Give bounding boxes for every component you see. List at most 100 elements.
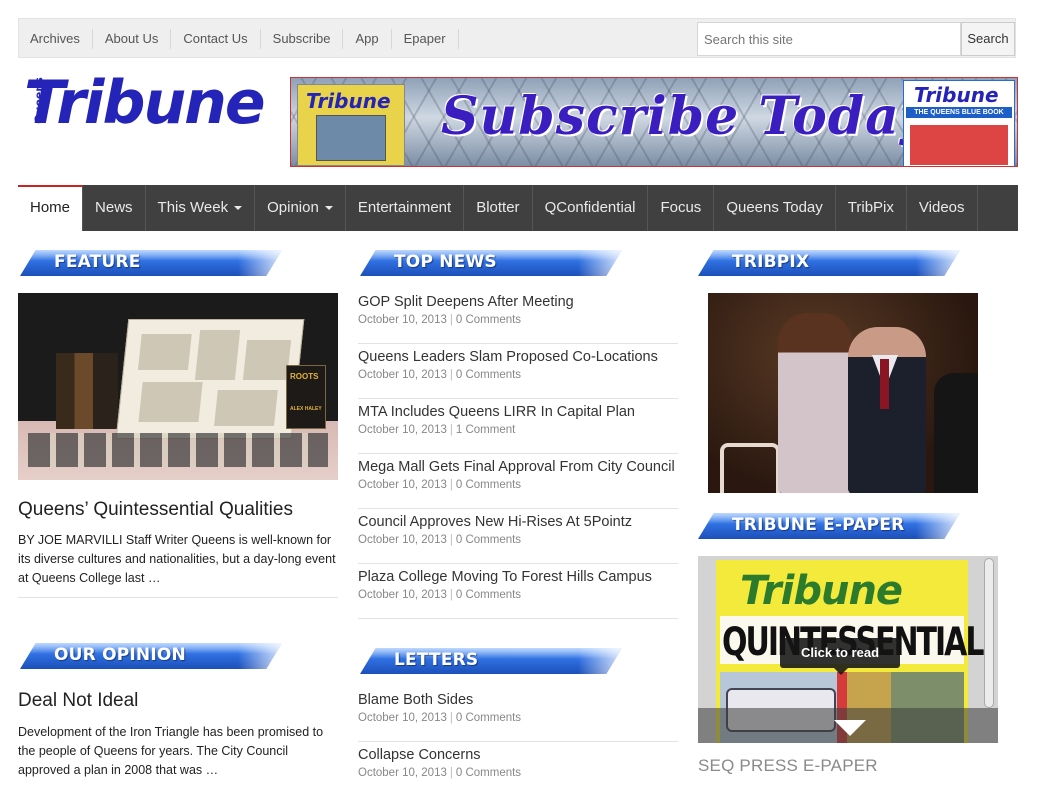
- letter-comments-link[interactable]: 0 Comments: [456, 767, 521, 779]
- news-date: October 10, 2013: [358, 424, 447, 436]
- news-comments-link[interactable]: 1 Comment: [456, 424, 515, 436]
- news-comments-link[interactable]: 0 Comments: [456, 369, 521, 381]
- nav-this-week[interactable]: This Week: [146, 185, 256, 231]
- clipping: [194, 330, 241, 380]
- meta-separator: |: [449, 479, 453, 491]
- site-logo[interactable]: Queens Tribune: [18, 68, 270, 144]
- news-item: Mega Mall Gets Final Approval From City …: [358, 454, 678, 509]
- clipping: [138, 382, 203, 422]
- person-man: [848, 327, 926, 493]
- section-heading-top-news: TOP NEWS: [360, 250, 622, 276]
- nav-this-week-label: This Week: [157, 199, 229, 216]
- meta-separator: |: [449, 589, 453, 601]
- section-heading-tribpix: TRIBPIX: [698, 250, 960, 276]
- nav-opinion-label: Opinion: [267, 199, 319, 216]
- news-headline-link[interactable]: Plaza College Moving To Forest Hills Cam…: [358, 567, 678, 587]
- letter-date: October 10, 2013: [358, 712, 447, 724]
- main-nav: Home News This Week Opinion Entertainmen…: [18, 185, 1018, 231]
- news-comments-link[interactable]: 0 Comments: [456, 589, 521, 601]
- search-button[interactable]: Search: [961, 22, 1015, 56]
- opinion-excerpt: Development of the Iron Triangle has bee…: [18, 725, 324, 777]
- news-date: October 10, 2013: [358, 589, 447, 601]
- topnav-app-link[interactable]: App: [343, 29, 392, 49]
- letter-headline-link[interactable]: Blame Both Sides: [358, 690, 678, 710]
- nav-queens-today[interactable]: Queens Today: [714, 185, 836, 231]
- news-headline-link[interactable]: Council Approves New Hi-Rises At 5Pointz: [358, 512, 678, 532]
- letter-date: October 10, 2013: [358, 767, 447, 779]
- news-headline-link[interactable]: MTA Includes Queens LIRR In Capital Plan: [358, 402, 678, 422]
- epaper-scrollbar[interactable]: [984, 558, 994, 708]
- roots-book: ROOTS ALEX HALEY: [286, 365, 326, 429]
- news-headline-link[interactable]: GOP Split Deepens After Meeting: [358, 292, 678, 312]
- news-item: Queens Leaders Slam Proposed Co-Location…: [358, 344, 678, 399]
- roots-book-title: ROOTS: [290, 372, 319, 381]
- banner-magazine-left: Tribune: [297, 84, 405, 166]
- banner-magazine-left-title: Tribune: [306, 89, 391, 113]
- photo-row: [28, 433, 328, 467]
- news-date: October 10, 2013: [358, 534, 447, 546]
- banner-magazine-right-title: Tribune: [914, 83, 999, 107]
- seq-epaper-heading[interactable]: SEQ PRESS E-PAPER: [698, 756, 878, 776]
- letters-list: Blame Both Sides October 10, 2013 | 0 Comm…: [358, 687, 678, 788]
- search-input[interactable]: [697, 22, 961, 56]
- topnav-subscribe-link[interactable]: Subscribe: [261, 29, 344, 49]
- epaper-widget[interactable]: Tribune QUINTESSENTIAL! Click to read: [698, 556, 998, 743]
- section-heading-our-opinion: OUR OPINION: [20, 643, 282, 669]
- nav-home[interactable]: Home: [18, 185, 84, 231]
- news-headline-link[interactable]: Queens Leaders Slam Proposed Co-Location…: [358, 347, 678, 367]
- section-heading-letters: LETTERS: [360, 648, 622, 674]
- meta-separator: |: [449, 369, 453, 381]
- news-date: October 10, 2013: [358, 314, 447, 326]
- subscribe-banner-ad[interactable]: Tribune Subscribe Today Tribune THE QUEE…: [290, 77, 1018, 167]
- feature-headline[interactable]: Queens’ Quintessential Qualities: [18, 499, 293, 521]
- banner-headline: Subscribe Today: [441, 86, 932, 147]
- topnav-about-link[interactable]: About Us: [93, 29, 172, 49]
- chevron-down-icon: [324, 206, 333, 211]
- meta-separator: |: [449, 534, 453, 546]
- section-heading-text: LETTERS: [394, 650, 479, 670]
- top-nav: Archives About Us Contact Us Subscribe A…: [19, 19, 459, 59]
- logo-main-text: Tribune: [24, 68, 266, 138]
- nav-news[interactable]: News: [83, 185, 146, 231]
- banner-magazine-right-image: [910, 125, 1008, 165]
- person-woman: [778, 313, 852, 493]
- news-item: Council Approves New Hi-Rises At 5Pointz…: [358, 509, 678, 564]
- feature-image[interactable]: ROOTS ALEX HALEY: [18, 293, 338, 480]
- nav-entertainment[interactable]: Entertainment: [346, 185, 465, 231]
- letter-meta: October 10, 2013 | 0 Comments: [358, 765, 678, 781]
- nav-opinion[interactable]: Opinion: [255, 185, 346, 231]
- nav-qconfidential[interactable]: QConfidential: [533, 185, 649, 231]
- news-comments-link[interactable]: 0 Comments: [456, 479, 521, 491]
- nav-videos[interactable]: Videos: [907, 185, 978, 231]
- topnav-archives-link[interactable]: Archives: [19, 29, 93, 49]
- topnav-epaper-link[interactable]: Epaper: [392, 29, 459, 49]
- news-comments-link[interactable]: 0 Comments: [456, 314, 521, 326]
- meta-separator: |: [449, 314, 453, 326]
- click-to-read-button[interactable]: Click to read: [780, 638, 900, 675]
- top-news-list: GOP Split Deepens After Meeting October …: [358, 289, 678, 619]
- news-headline-link[interactable]: Mega Mall Gets Final Approval From City …: [358, 457, 678, 477]
- tribpix-photo[interactable]: [708, 293, 978, 493]
- topnav-contact-link[interactable]: Contact Us: [171, 29, 261, 49]
- epaper-cover-logo: Tribune: [740, 568, 903, 614]
- news-comments-link[interactable]: 0 Comments: [456, 534, 521, 546]
- chevron-down-icon: [234, 206, 243, 211]
- book-stack: [56, 353, 118, 429]
- expand-arrow-icon[interactable]: [834, 720, 866, 736]
- nav-tribpix[interactable]: TribPix: [836, 185, 907, 231]
- nav-focus[interactable]: Focus: [648, 185, 715, 231]
- letter-item: Collapse Concerns October 10, 2013 | 0 Com…: [358, 742, 678, 788]
- letter-headline-link[interactable]: Collapse Concerns: [358, 745, 678, 765]
- opinion-headline[interactable]: Deal Not Ideal: [18, 690, 138, 712]
- nav-blotter[interactable]: Blotter: [464, 185, 533, 231]
- banner-magazine-right: Tribune THE QUEENS BLUE BOOK: [903, 80, 1015, 166]
- letter-comments-link[interactable]: 0 Comments: [456, 712, 521, 724]
- chair: [720, 443, 780, 493]
- banner-magazine-left-image: [316, 115, 386, 161]
- letter-item: Blame Both Sides October 10, 2013 | 0 Comm…: [358, 687, 678, 742]
- news-meta: October 10, 2013 | 0 Comments: [358, 477, 678, 493]
- section-heading-text: OUR OPINION: [54, 645, 186, 665]
- section-heading-feature: FEATURE: [20, 250, 282, 276]
- news-meta: October 10, 2013 | 0 Comments: [358, 587, 678, 603]
- section-heading-text: FEATURE: [54, 252, 141, 272]
